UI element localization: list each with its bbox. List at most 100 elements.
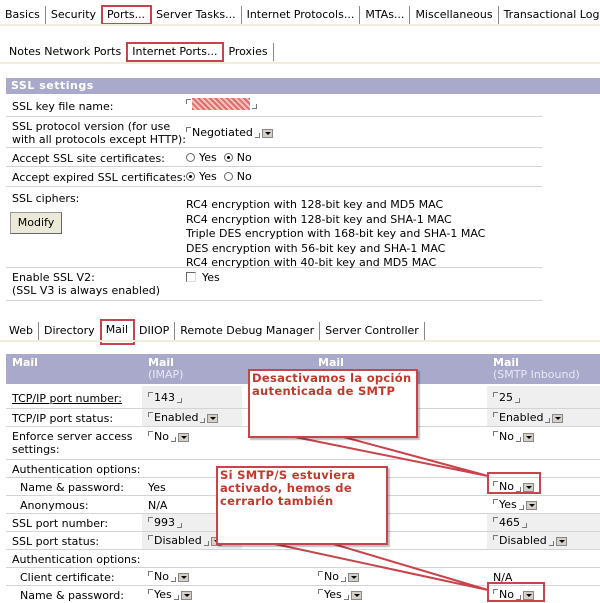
imap-ssl-port-input[interactable]: 993 (148, 516, 182, 529)
dropdown-arrow-icon[interactable] (522, 433, 534, 442)
imap-tcp-status-select[interactable]: Enabled (148, 411, 219, 424)
enforce-access-label: Enforce server access settings: (12, 430, 133, 456)
ssl-key-file-input[interactable] (186, 98, 257, 110)
accept-expired-no-radio[interactable] (223, 172, 233, 181)
smtp-anonymous-select[interactable]: Yes (493, 498, 537, 511)
field-bracket-right-icon (170, 437, 176, 442)
accept-expired-certs-options: Yes No (186, 170, 252, 183)
annotation-callout-disable-smtp-auth: Desactivamos la opción autenticada de SM… (248, 369, 418, 438)
dropdown-arrow-icon[interactable] (180, 591, 192, 600)
smtp-tcp-port-input[interactable]: 25 (493, 391, 520, 404)
smtp-tcp-status-select[interactable]: Enabled (493, 411, 564, 424)
dropdown-arrow-icon[interactable] (525, 501, 537, 510)
tab-miscellaneous[interactable]: Miscellaneous (410, 6, 499, 24)
tab-security[interactable]: Security (46, 6, 103, 24)
field-bracket-right-icon (340, 577, 346, 582)
checkbox-label: Yes (202, 271, 220, 284)
field-bracket-right-icon (254, 133, 260, 138)
name-password-label: Name & password: (20, 481, 124, 494)
tab-internet-protocols[interactable]: Internet Protocols... (242, 6, 361, 24)
field-bracket-left-icon (493, 535, 498, 540)
tab-bar-divider (0, 62, 600, 64)
field-value: No (154, 430, 169, 443)
smtp-ssl-port-input[interactable]: 465 (493, 516, 527, 529)
field-bracket-right-icon (173, 595, 179, 600)
dropdown-arrow-icon[interactable] (350, 591, 362, 600)
field-bracket-left-icon (148, 571, 153, 576)
tab-bar-divider (0, 24, 600, 26)
imap-tcp-port-input[interactable]: 143 (148, 391, 182, 404)
field-bracket-right-icon (252, 104, 257, 109)
tab-remote-debug-manager[interactable]: Remote Debug Manager (175, 322, 321, 340)
enable-ssl-v2-row: Enable SSL V2: (SSL V3 is always enabled… (6, 268, 542, 301)
ssl-port-number-label: SSL port number: (12, 517, 109, 530)
col3-name-password-2-select[interactable]: Yes (318, 588, 362, 601)
field-value: Yes (324, 588, 342, 601)
field-bracket-left-icon (148, 392, 153, 397)
field-value: No (499, 430, 514, 443)
col3-client-cert-select[interactable]: No (318, 570, 359, 583)
accept-expired-certs-label: Accept expired SSL certificates: (12, 171, 187, 184)
label-line: Enforce server access (12, 430, 133, 443)
tab-server-tasks[interactable]: Server Tasks... (151, 6, 242, 24)
mail-col-header: Mail (12, 357, 38, 369)
field-bracket-right-icon (203, 541, 209, 546)
tab-ports[interactable]: Ports... (101, 5, 153, 25)
tab-proxies[interactable]: Proxies (223, 43, 274, 61)
imap-enforce-select[interactable]: No (148, 430, 189, 443)
tab-server-controller[interactable]: Server Controller (320, 322, 425, 340)
tab-notes-network-ports[interactable]: Notes Network Ports (4, 43, 128, 61)
tab-basics[interactable]: Basics (0, 6, 46, 24)
accept-expired-yes-radio[interactable] (186, 172, 195, 181)
tab-transactional-logging[interactable]: Transactional Logging (499, 6, 600, 24)
imap-name-password-2-select[interactable]: Yes (148, 588, 192, 601)
ssl-protocol-select[interactable]: Negotiated (186, 126, 273, 139)
dropdown-arrow-icon[interactable] (207, 414, 219, 423)
dropdown-arrow-icon[interactable] (555, 537, 567, 546)
smtp-ssl-status-select[interactable]: Disabled (493, 534, 567, 547)
cipher-item: Triple DES encryption with 168-bit key a… (186, 227, 486, 240)
dropdown-arrow-icon[interactable] (347, 573, 359, 582)
dropdown-arrow-icon[interactable] (261, 129, 273, 138)
field-value: Disabled (154, 534, 202, 547)
imap-client-cert-select[interactable]: No (148, 570, 189, 583)
modify-ciphers-button[interactable]: Modify (10, 212, 62, 234)
enable-ssl-v2-checkbox[interactable] (186, 272, 196, 282)
field-bracket-left-icon (318, 571, 323, 576)
ssl-auth-options-heading-row: Authentication options: (6, 550, 600, 568)
field-bracket-left-icon (493, 412, 498, 417)
accept-site-yes-radio[interactable] (186, 153, 195, 162)
smtp-enforce-select[interactable]: No (493, 430, 534, 443)
tcp-port-number-label[interactable]: TCP/IP port number: (12, 392, 122, 405)
ssl-key-file-row: SSL key file name: (6, 95, 542, 117)
accept-site-certs-label: Accept SSL site certificates: (12, 152, 165, 165)
field-bracket-left-icon (493, 517, 498, 522)
field-bracket-right-icon (548, 541, 554, 546)
label-line: (SSL V3 is always enabled) (12, 284, 161, 297)
tab-internet-ports[interactable]: Internet Ports... (126, 42, 225, 62)
dropdown-arrow-icon[interactable] (177, 433, 189, 442)
dropdown-arrow-icon[interactable] (552, 414, 564, 423)
field-bracket-right-icon (522, 523, 527, 528)
auth-options-label: Authentication options: (12, 463, 141, 476)
tab-diiop[interactable]: DIIOP (134, 322, 176, 340)
field-value: Enabled (499, 411, 544, 424)
ssl-settings-header: SSL settings (6, 78, 600, 94)
ssl-port-status-label: SSL port status: (12, 535, 100, 548)
imap-ssl-status-select[interactable]: Disabled (148, 534, 222, 547)
ssl-protocol-row: SSL protocol version (for use with all p… (6, 117, 542, 148)
tab-directory[interactable]: Directory (39, 322, 101, 340)
field-bracket-right-icon (170, 577, 176, 582)
ports-sub-tab-bar: Notes Network Ports Internet Ports... Pr… (4, 41, 274, 62)
tab-mtas[interactable]: MTAs... (360, 6, 411, 24)
col-title: Mail (318, 356, 344, 369)
enable-ssl-v2-option: Yes (186, 271, 220, 284)
dropdown-arrow-icon[interactable] (177, 573, 189, 582)
accept-expired-certs-row: Accept expired SSL certificates: Yes No (6, 167, 542, 187)
tab-web[interactable]: Web (4, 322, 39, 340)
ssl-auth-options-label: Authentication options: (12, 553, 141, 566)
field-bracket-right-icon (515, 437, 521, 442)
client-cert-label: Client certificate: (20, 571, 115, 584)
accept-site-no-radio[interactable] (223, 153, 233, 162)
accept-site-certs-row: Accept SSL site certificates: Yes No (6, 148, 542, 167)
